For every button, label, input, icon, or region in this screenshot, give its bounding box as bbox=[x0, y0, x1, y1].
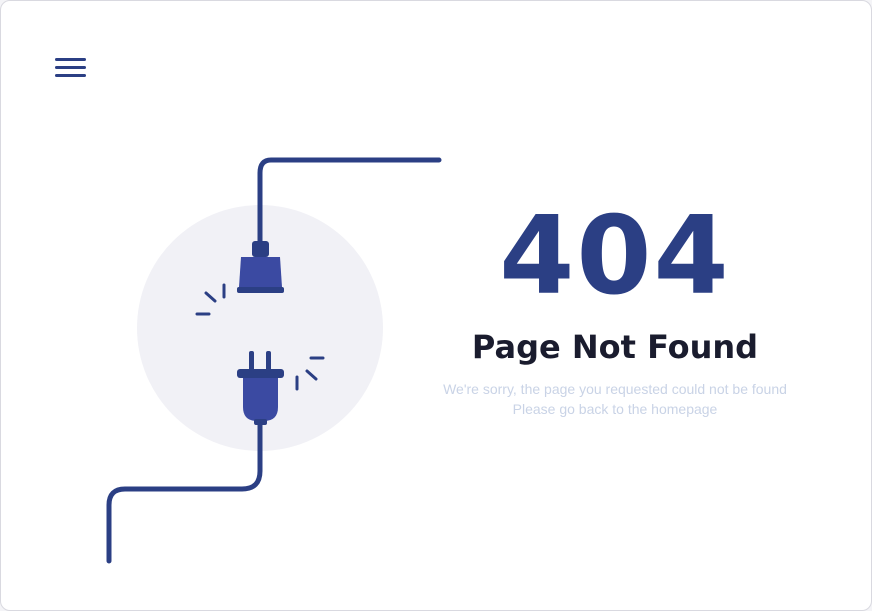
error-code: 404 bbox=[499, 194, 731, 319]
error-content: 404 Page Not Found We're sorry, the page… bbox=[421, 201, 809, 419]
error-message-line-2: Please go back to the homepage bbox=[512, 401, 718, 417]
unplugged-cable-illustration bbox=[106, 157, 442, 564]
error-message: We're sorry, the page you requested coul… bbox=[421, 379, 809, 419]
error-message-line-1: We're sorry, the page you requested coul… bbox=[443, 381, 787, 397]
page-frame: 404 Page Not Found We're sorry, the page… bbox=[0, 0, 872, 611]
page-title: Page Not Found bbox=[471, 328, 759, 366]
